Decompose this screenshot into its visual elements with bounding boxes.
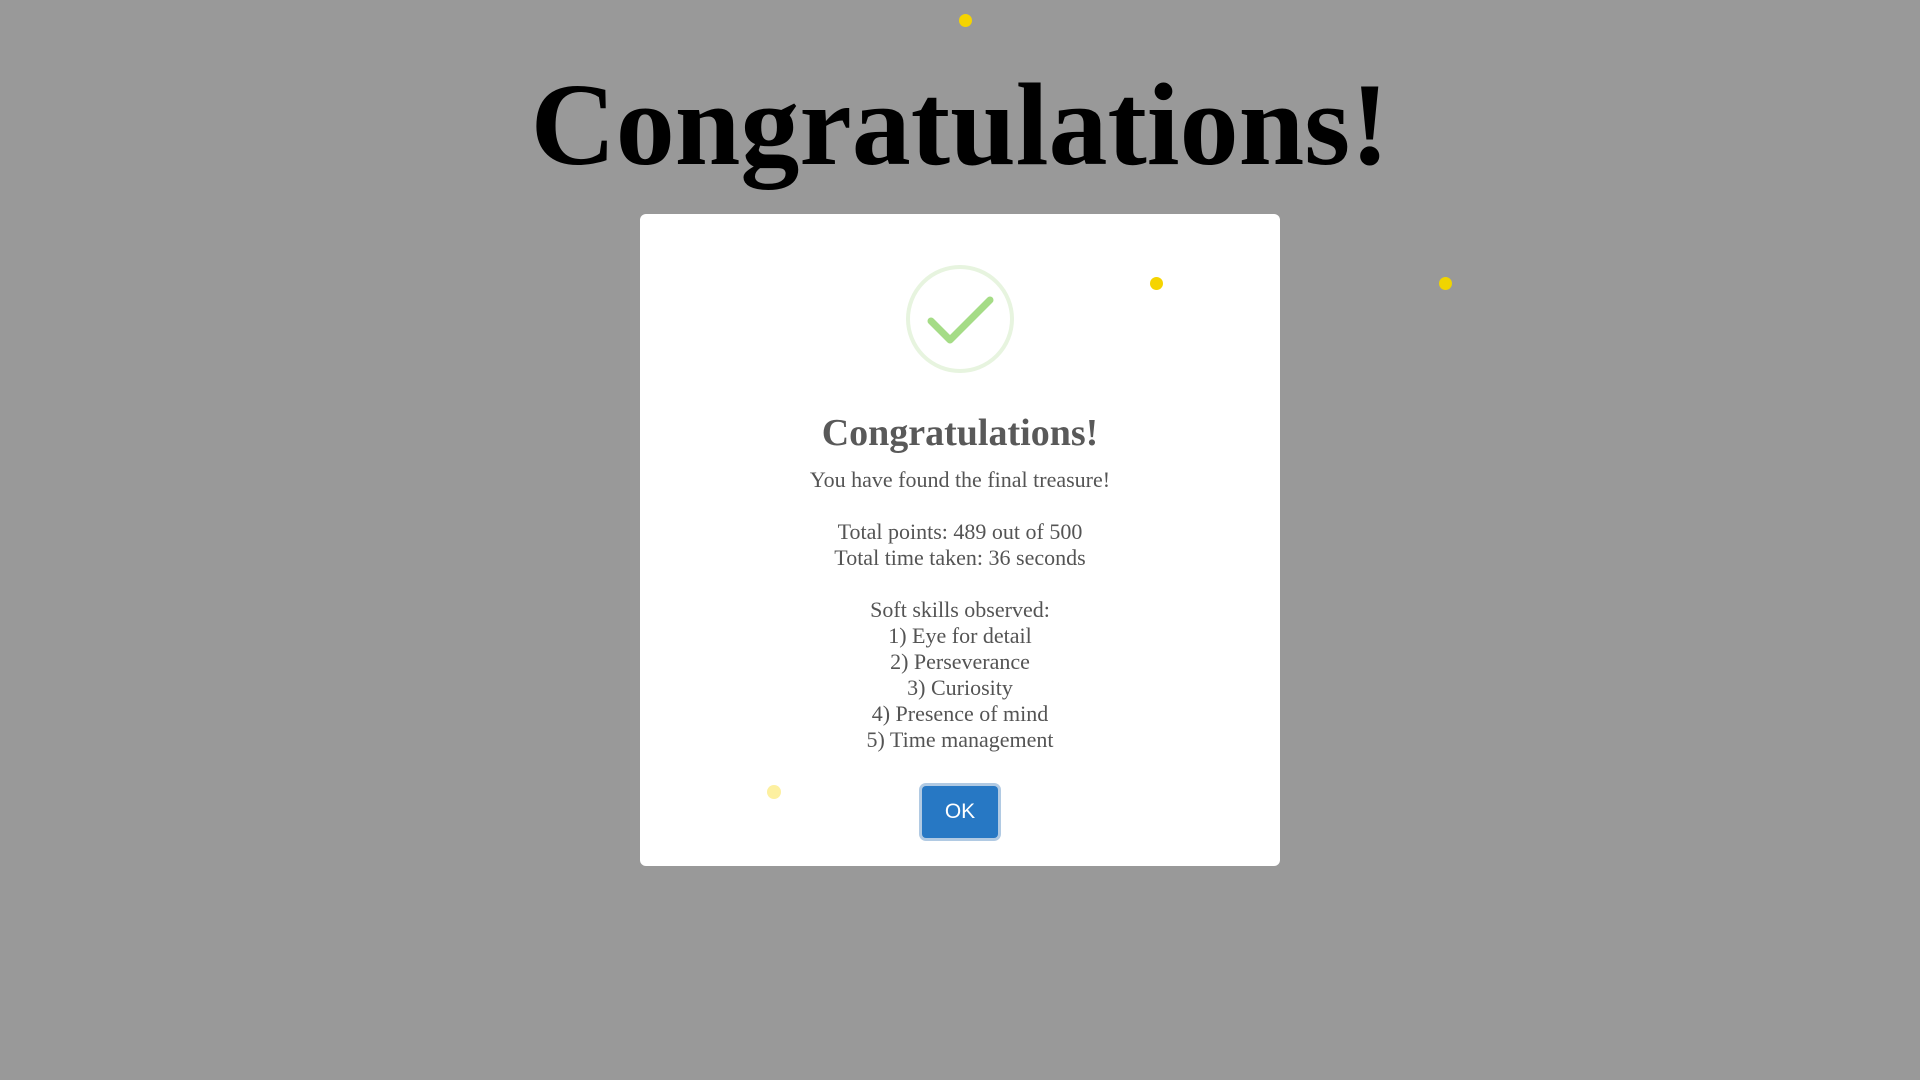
soft-skills-heading: Soft skills observed: <box>870 597 1050 622</box>
dialog-body: You have found the final treasure! Total… <box>640 467 1280 753</box>
success-check-icon <box>906 265 1014 373</box>
congratulations-dialog: Congratulations! You have found the fina… <box>640 214 1280 866</box>
skill-item: 4) Presence of mind <box>871 701 1049 726</box>
confetti-piece <box>959 14 972 27</box>
confetti-piece <box>767 785 781 799</box>
dialog-title: Congratulations! <box>821 412 1099 454</box>
found-treasure-message: You have found the final treasure! <box>809 467 1111 492</box>
confetti-piece <box>1439 277 1452 290</box>
total-points-text: Total points: 489 out of 500 <box>837 519 1083 544</box>
total-time-text: Total time taken: 36 seconds <box>834 545 1086 570</box>
skill-item: 3) Curiosity <box>907 675 1013 700</box>
skill-item: 5) Time management <box>866 727 1054 752</box>
ok-button[interactable]: OK <box>922 786 998 838</box>
skill-item: 2) Perseverance <box>890 649 1030 674</box>
skill-item: 1) Eye for detail <box>888 623 1032 648</box>
page-heading: Congratulations! <box>530 59 1390 190</box>
confetti-piece <box>1150 277 1163 290</box>
